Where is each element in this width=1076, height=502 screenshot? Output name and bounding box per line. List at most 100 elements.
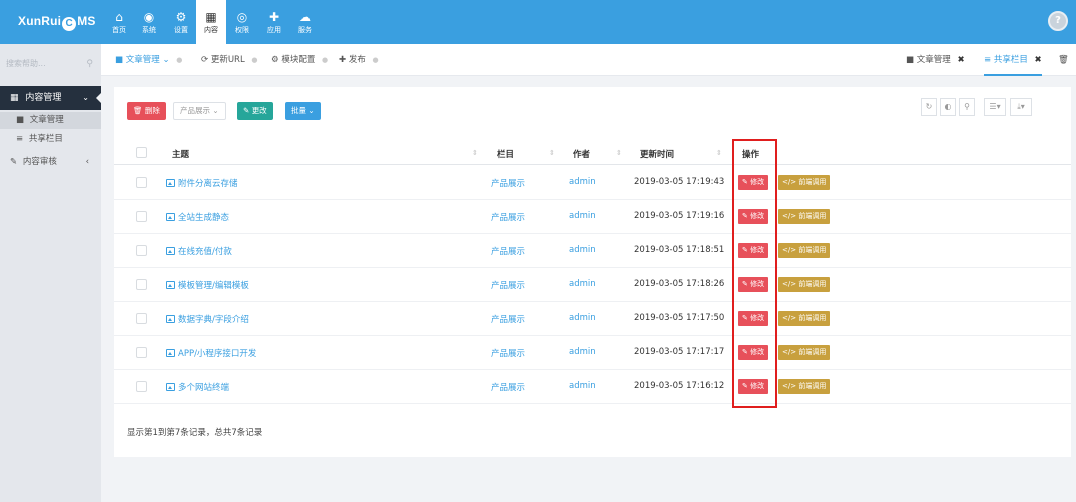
edit-button[interactable]: ✎ 修改 [738, 277, 769, 292]
row-checkbox[interactable] [136, 279, 147, 290]
logo-mark: C [62, 17, 77, 31]
row-title-link[interactable]: 附件分离云存储 [166, 177, 238, 189]
open-tab-articles[interactable]: ■ 文章管理 ✖ [906, 44, 965, 76]
row-checkbox[interactable] [136, 245, 147, 256]
help-icon[interactable]: ? [1048, 11, 1068, 31]
tab-module-config[interactable]: ⚙ 模块配置 ● [271, 44, 332, 76]
change-button[interactable]: ✎ 更改 [237, 102, 273, 120]
sort-icon[interactable]: ⇕ [716, 149, 722, 157]
sidebar-search-input[interactable]: 搜索帮助... ⚲ [6, 56, 95, 72]
table-row: 数据字典/字段介绍 产品展示 admin 2019-03-05 17:17:50… [114, 302, 1071, 336]
frontend-call-button[interactable]: </> 前端调用 [778, 277, 831, 292]
table-row: 在线充值/付款 产品展示 admin 2019-03-05 17:18:51 ✎… [114, 234, 1071, 268]
select-all-checkbox[interactable] [136, 147, 147, 158]
edit-button[interactable]: ✎ 修改 [738, 379, 769, 394]
columns-icon[interactable]: ☰▾ [984, 98, 1006, 116]
frontend-call-button[interactable]: </> 前端调用 [778, 311, 831, 326]
grid-icon: ▦ [10, 93, 19, 103]
export-icon[interactable]: ⤓▾ [1010, 98, 1032, 116]
row-title-link[interactable]: APP/小程序接口开发 [166, 347, 256, 359]
sidebar-group-content-management[interactable]: ▦ 内容管理 ⌄ [0, 86, 102, 110]
puzzle-icon: ✚ [268, 10, 280, 24]
row-author-link[interactable]: admin [569, 245, 596, 255]
row-author-link[interactable]: admin [569, 177, 596, 187]
top-navbar: XunRui C MS ⌂ 首页 ◉ 系统 ⚙ 设置 ▦ 内容 ◎ 权限 ✚ 应用 ☁ 服务 ? [0, 0, 1076, 44]
edit-button[interactable]: ✎ 修改 [738, 311, 769, 326]
row-title-link[interactable]: 数据字典/字段介绍 [166, 313, 249, 325]
edit-button[interactable]: ✎ 修改 [738, 175, 769, 190]
row-title-link[interactable]: 在线充值/付款 [166, 245, 232, 257]
frontend-call-button[interactable]: </> 前端调用 [778, 243, 831, 258]
edit-button[interactable]: ✎ 修改 [738, 209, 769, 224]
col-updated[interactable]: 更新时间 [640, 148, 674, 160]
nav-services[interactable]: ☁ 服务 [290, 0, 320, 44]
delete-button[interactable]: 🗑 删除 [127, 102, 166, 120]
row-author-link[interactable]: admin [569, 211, 596, 221]
row-author-link[interactable]: admin [569, 313, 596, 323]
sort-icon[interactable]: ⇕ [549, 149, 555, 157]
frontend-call-button[interactable]: </> 前端调用 [778, 379, 831, 394]
edit-icon: ✎ [742, 246, 748, 254]
row-title-link[interactable]: 全站生成静态 [166, 211, 229, 223]
refresh-icon[interactable]: ↻ [921, 98, 937, 116]
close-icon[interactable]: ✖ [957, 55, 964, 65]
col-title[interactable]: 主题 [172, 148, 189, 160]
row-author-link[interactable]: admin [569, 279, 596, 289]
code-icon: </> [782, 178, 797, 186]
code-icon: </> [782, 212, 797, 220]
row-author-link[interactable]: admin [569, 347, 596, 357]
sidebar-group-content-audit[interactable]: ✎ 内容审核 ‹ [0, 154, 101, 171]
row-category-link[interactable]: 产品展示 [491, 211, 525, 223]
row-checkbox[interactable] [136, 313, 147, 324]
search-icon[interactable]: ⚲ [86, 56, 93, 72]
nav-apps[interactable]: ✚ 应用 [259, 0, 289, 44]
edit-button[interactable]: ✎ 修改 [738, 243, 769, 258]
row-category-link[interactable]: 产品展示 [491, 381, 525, 393]
row-checkbox[interactable] [136, 381, 147, 392]
code-icon: </> [782, 348, 797, 356]
toggle-view-icon[interactable]: ◐ [940, 98, 956, 116]
edit-button[interactable]: ✎ 修改 [738, 345, 769, 360]
row-title-link[interactable]: 多个网站终端 [166, 381, 229, 393]
frontend-call-button[interactable]: </> 前端调用 [778, 209, 831, 224]
nav-label: 系统 [142, 26, 156, 34]
row-title-link[interactable]: 模板管理/编辑模板 [166, 279, 249, 291]
batch-button[interactable]: 批量 ⌄ [285, 102, 321, 120]
open-tab-shared-columns[interactable]: ≡ 共享栏目 ✖ [984, 44, 1042, 76]
app-logo[interactable]: XunRui C MS [18, 14, 96, 31]
row-checkbox[interactable] [136, 211, 147, 222]
nav-system[interactable]: ◉ 系统 [134, 0, 164, 44]
col-category[interactable]: 栏目 [497, 148, 514, 160]
pagination-summary: 显示第1到第7条记录，总共7条记录 [127, 428, 263, 438]
row-checkbox[interactable] [136, 177, 147, 188]
frontend-call-button[interactable]: </> 前端调用 [778, 345, 831, 360]
row-category-link[interactable]: 产品展示 [491, 279, 525, 291]
tab-articles[interactable]: ■ 文章管理 ⌄ ● [115, 44, 186, 76]
nav-content[interactable]: ▦ 内容 [196, 0, 226, 44]
tab-update-url[interactable]: ⟳ 更新URL ● [201, 44, 262, 76]
nav-home[interactable]: ⌂ 首页 [104, 0, 134, 44]
edit-icon: ✎ [742, 314, 748, 322]
tab-publish[interactable]: ✚ 发布 ● [339, 44, 383, 76]
sidebar-item-label: 共享栏目 [28, 134, 63, 144]
sidebar-item-articles[interactable]: ■ 文章管理 [0, 112, 101, 129]
row-category-link[interactable]: 产品展示 [491, 245, 525, 257]
nav-settings[interactable]: ⚙ 设置 [166, 0, 196, 44]
row-category-link[interactable]: 产品展示 [491, 313, 525, 325]
row-author-link[interactable]: admin [569, 381, 596, 391]
sidebar-item-shared-columns[interactable]: ≡ 共享栏目 [0, 131, 101, 148]
search-icon[interactable]: ⚲ [959, 98, 975, 116]
row-checkbox[interactable] [136, 347, 147, 358]
nav-permissions[interactable]: ◎ 权限 [227, 0, 257, 44]
trash-icon[interactable]: 🗑 [1058, 44, 1069, 76]
sidebar-item-label: 文章管理 [29, 115, 64, 125]
close-icon[interactable]: ✖ [1035, 55, 1042, 65]
globe-icon: ◉ [143, 10, 155, 24]
frontend-call-button[interactable]: </> 前端调用 [778, 175, 831, 190]
col-author[interactable]: 作者 [573, 148, 590, 160]
sort-icon[interactable]: ⇕ [472, 149, 478, 157]
sort-icon[interactable]: ⇕ [616, 149, 622, 157]
row-category-link[interactable]: 产品展示 [491, 177, 525, 189]
row-category-link[interactable]: 产品展示 [491, 347, 525, 359]
category-select[interactable]: 产品展示 ⌄ [173, 102, 226, 120]
